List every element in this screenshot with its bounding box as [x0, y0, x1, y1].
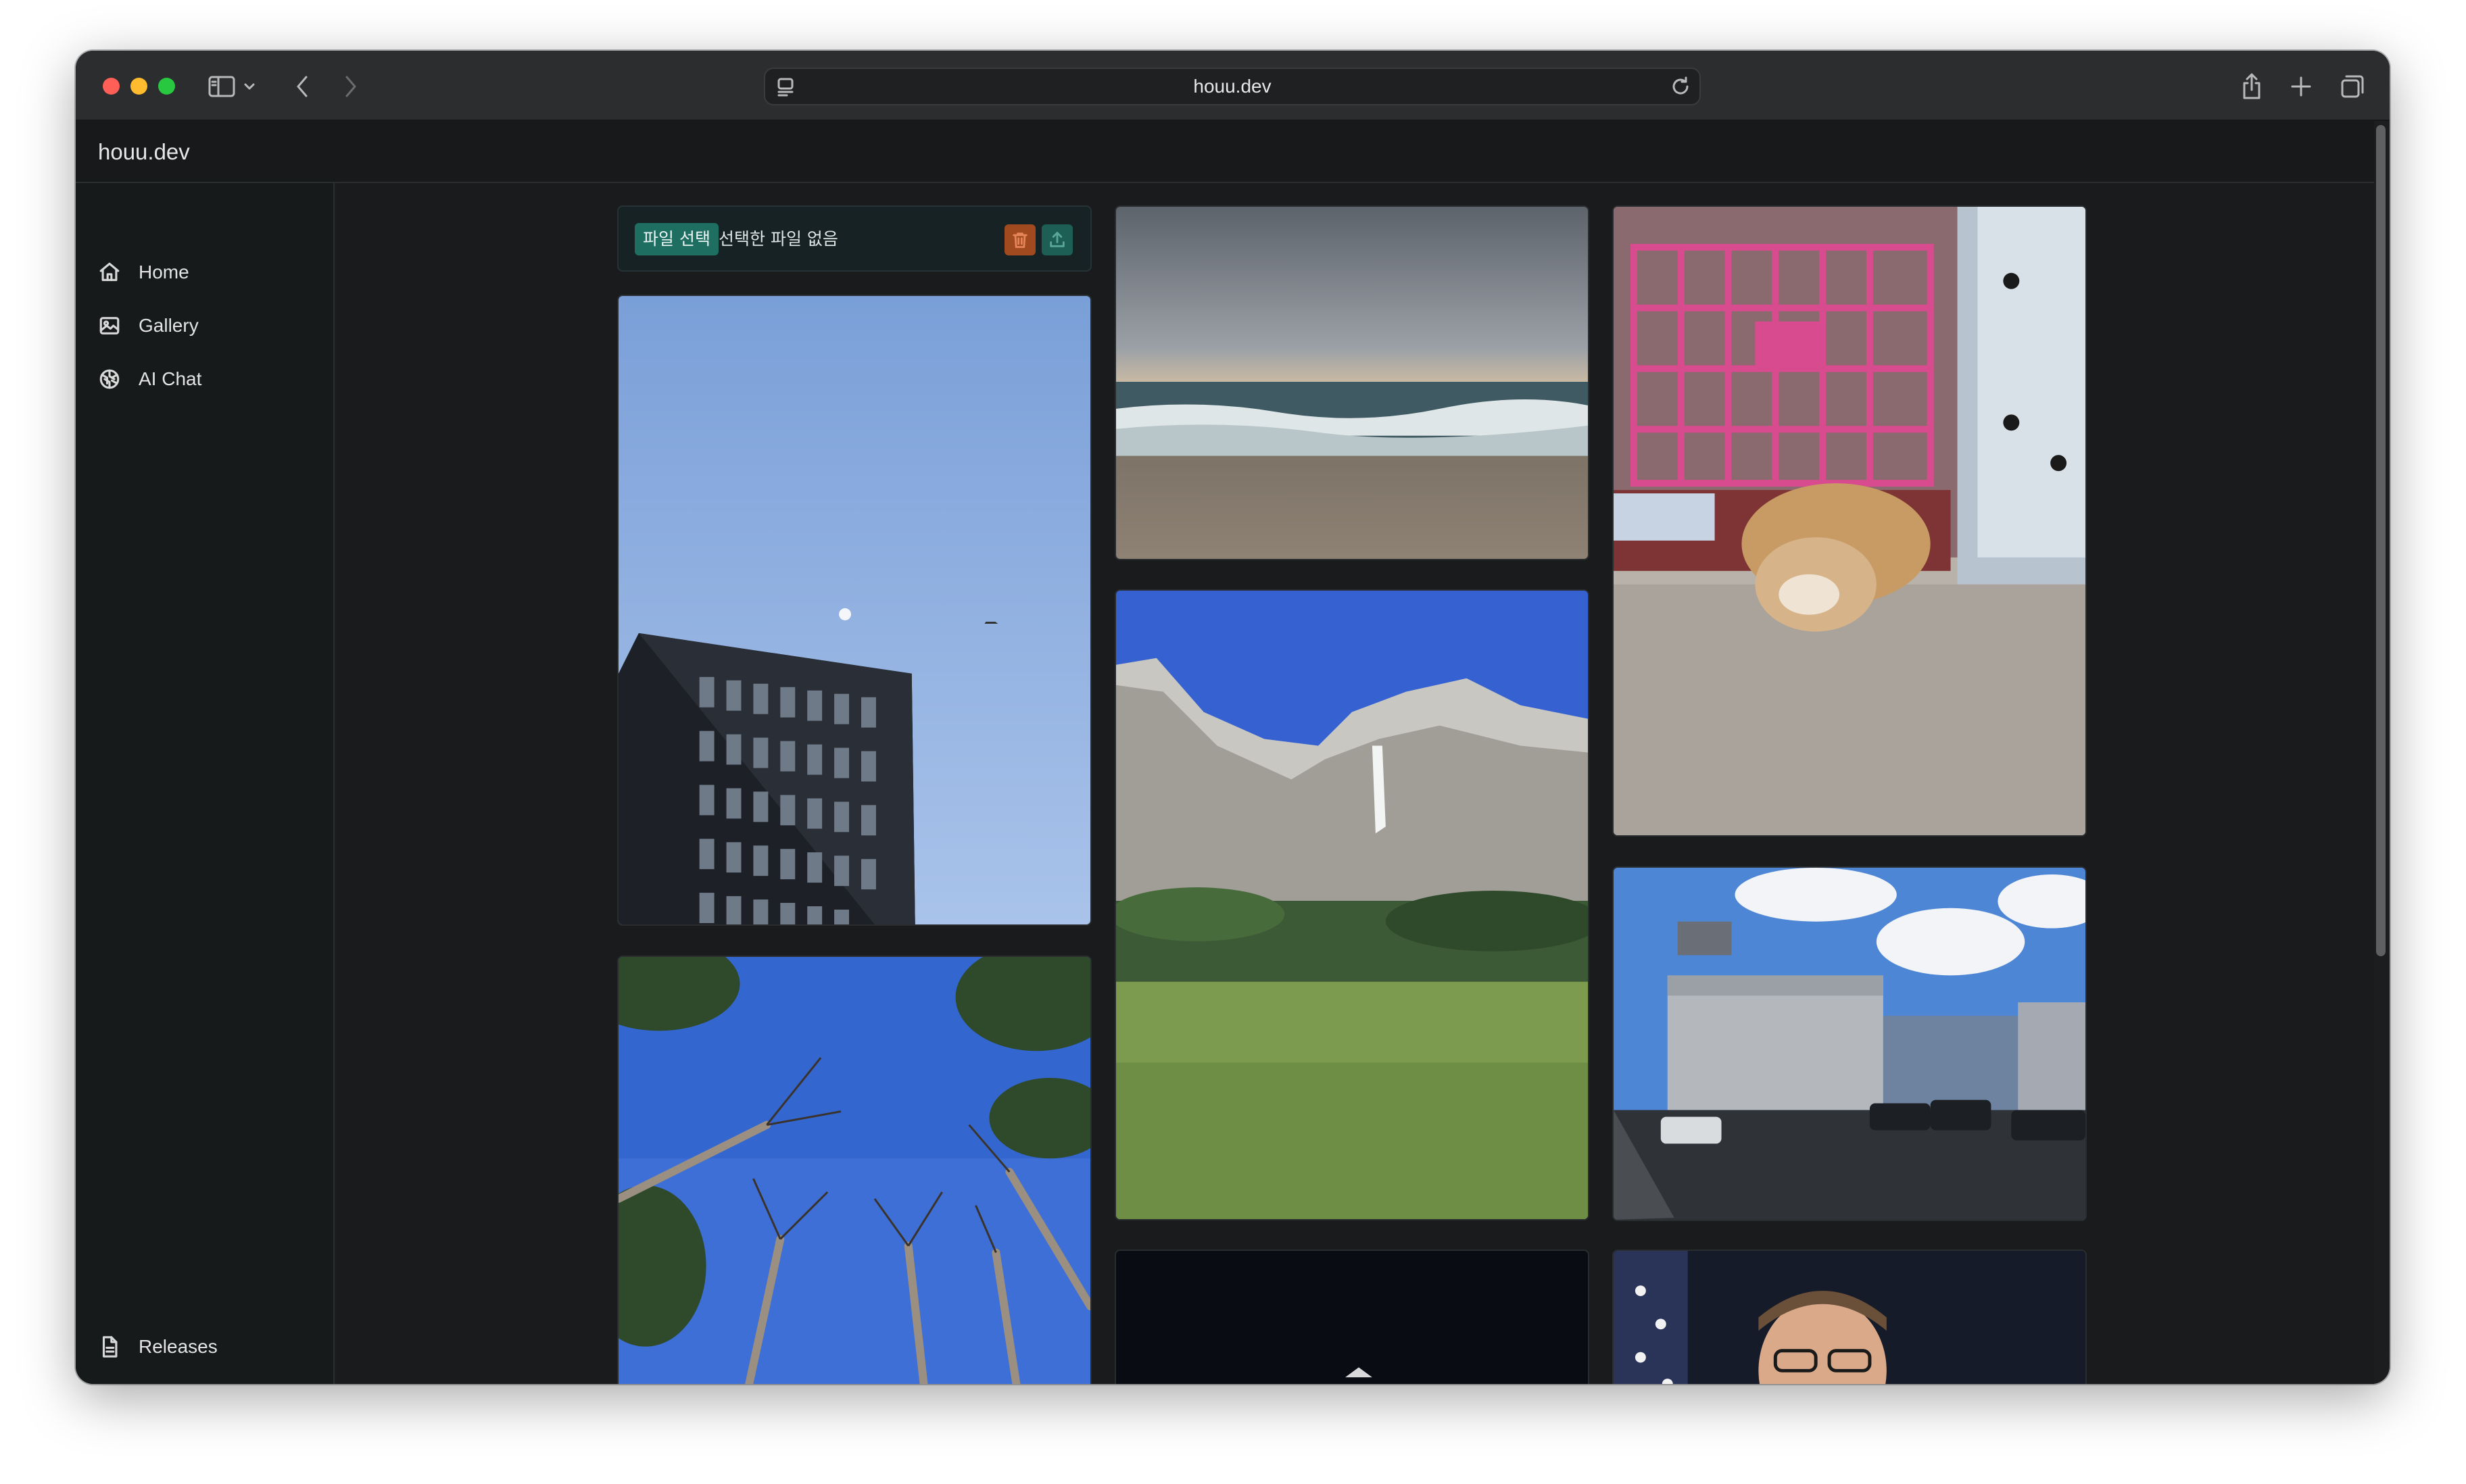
tab-overview-icon[interactable]	[2335, 69, 2370, 104]
upload-button[interactable]	[1042, 224, 1073, 255]
sidebar-item-releases[interactable]: Releases	[98, 1332, 218, 1362]
ipark-mall-photo[interactable]	[1612, 866, 2087, 1221]
back-icon[interactable]	[285, 69, 320, 104]
ocean-beach-photo[interactable]	[1115, 205, 1589, 560]
sidebar-item-gallery[interactable]: Gallery	[98, 311, 199, 341]
site-title[interactable]: houu.dev	[98, 139, 190, 165]
scrollbar[interactable]	[2376, 125, 2386, 956]
reload-icon[interactable]	[1668, 74, 1693, 99]
url-text: houu.dev	[1193, 76, 1272, 97]
new-tab-icon[interactable]	[2283, 69, 2319, 104]
document-icon	[102, 1336, 118, 1358]
address-bar[interactable]: houu.dev	[764, 68, 1701, 105]
forward-icon[interactable]	[333, 69, 368, 104]
share-icon[interactable]	[2234, 69, 2269, 104]
sidebar-item-label: Releases	[139, 1336, 218, 1357]
sidebar-item-label: Gallery	[139, 315, 199, 336]
night-photo[interactable]	[1115, 1250, 1589, 1384]
openai-icon	[99, 369, 120, 389]
zoom-window-button[interactable]	[158, 78, 175, 95]
choose-file-button[interactable]: 파일 선택	[635, 223, 719, 255]
upload-bar: 파일 선택 선택한 파일 없음	[617, 205, 1092, 272]
bulldog-gate-photo[interactable]	[1612, 205, 2087, 837]
sidebar-item-label: Home	[139, 262, 189, 282]
building-moon-photo[interactable]	[617, 295, 1092, 926]
delete-button[interactable]	[1005, 224, 1036, 255]
minimize-window-button[interactable]	[130, 78, 147, 95]
sidebar: Home Gallery AI Chat Releases	[76, 183, 335, 1384]
file-status-text: 선택한 파일 없음	[719, 229, 838, 249]
chevron-down-icon[interactable]	[239, 69, 260, 104]
image-icon	[99, 317, 120, 335]
sidebar-item-home[interactable]: Home	[98, 257, 189, 287]
portrait-photo[interactable]	[1612, 1250, 2087, 1384]
trees-sky-photo[interactable]	[617, 956, 1092, 1384]
sidebar-item-ai-chat[interactable]: AI Chat	[98, 364, 201, 394]
trash-icon	[1013, 232, 1028, 248]
site-header: houu.dev	[76, 121, 2374, 183]
close-window-button[interactable]	[103, 78, 120, 95]
yosemite-falls-photo[interactable]	[1115, 589, 1589, 1220]
sidebar-item-label: AI Chat	[139, 368, 202, 389]
browser-toolbar: houu.dev	[76, 51, 2390, 121]
sidebar-toggle-icon[interactable]	[204, 69, 239, 104]
home-icon	[99, 262, 120, 281]
upload-icon	[1050, 232, 1065, 247]
browser-window: houu.dev houu.dev Home Gallery AI Chat R…	[76, 51, 2390, 1384]
gallery-main: 파일 선택 선택한 파일 없음	[336, 183, 2374, 1384]
